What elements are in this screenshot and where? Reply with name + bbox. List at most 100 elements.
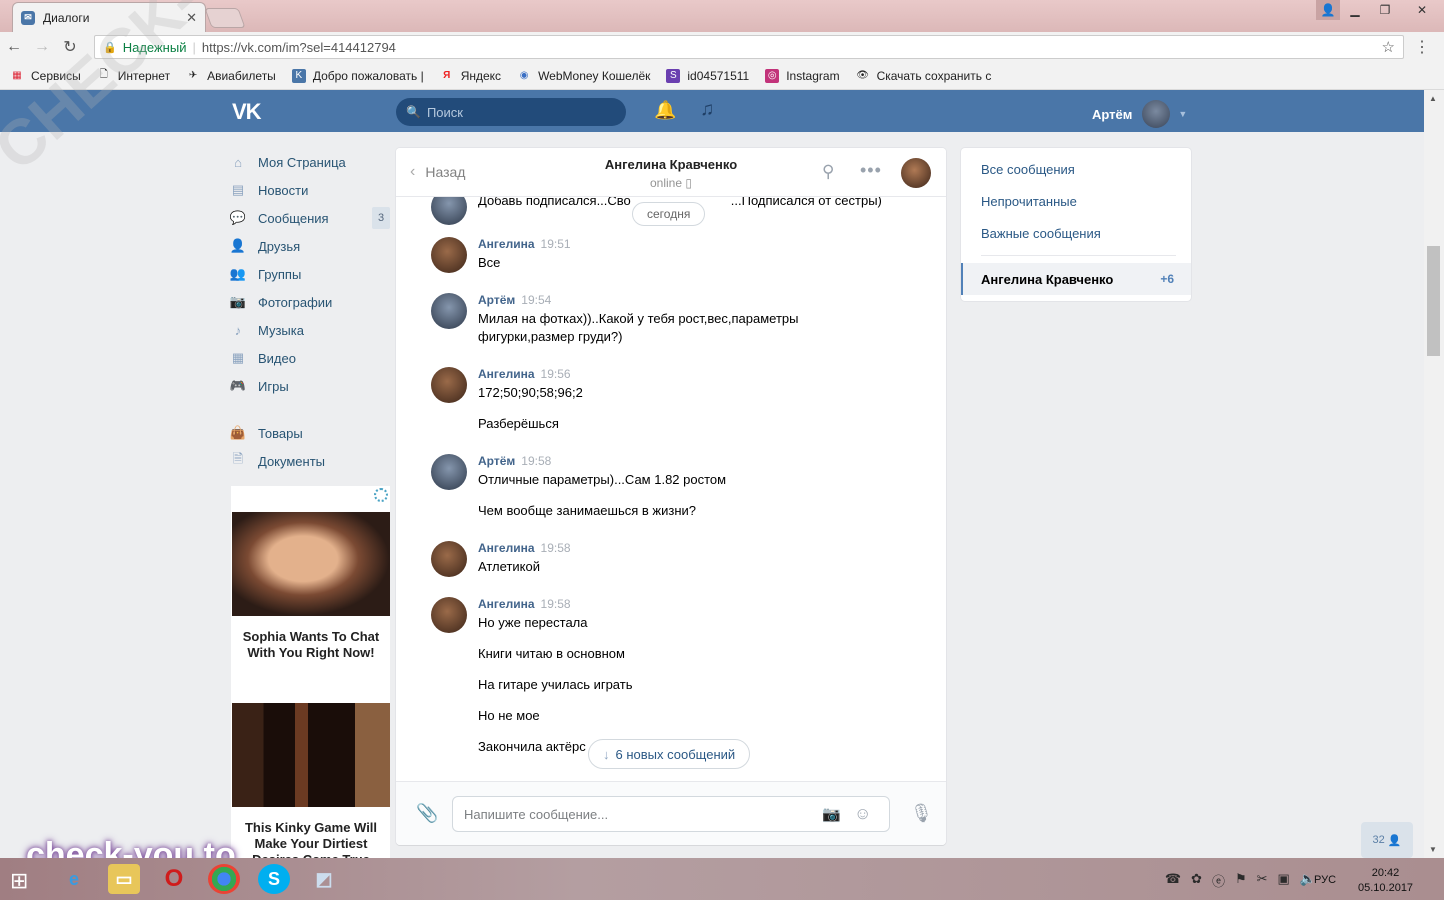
bookmark-yandex[interactable]: Я Яндекс (440, 69, 501, 83)
apps-grid-icon: ▦ (12, 70, 22, 81)
menu-item-goods[interactable]: 👜 Товары (230, 419, 390, 447)
search-input[interactable]: 🔍 Поиск (396, 98, 626, 126)
tray-tool-icon[interactable]: ✂ (1257, 871, 1268, 890)
close-tab-icon[interactable]: ✕ (186, 10, 197, 26)
tray-e-icon[interactable]: ⓔ (1212, 871, 1225, 890)
filter-all-messages[interactable]: Все сообщения (981, 162, 1075, 177)
menu-item-news[interactable]: ▤ Новости (230, 176, 390, 204)
vk-icon: K (291, 68, 306, 83)
menu-item-friends[interactable]: 👤 Друзья (230, 232, 390, 260)
avatar[interactable] (431, 367, 467, 403)
vk-logo[interactable]: VK (232, 99, 262, 125)
menu-item-documents[interactable]: 🗎 Документы (230, 447, 390, 475)
avatar[interactable] (431, 454, 467, 490)
address-bar[interactable]: 🔒 Надежный | https://vk.com/im?sel=41441… (94, 35, 1404, 59)
new-tab-button[interactable] (204, 8, 246, 28)
bell-icon[interactable]: 🔔 (654, 100, 676, 121)
file-explorer-icon[interactable]: ▭ (108, 864, 140, 894)
ad-title[interactable]: Sophia Wants To Chat With You Right Now! (235, 629, 387, 661)
maximize-button[interactable]: ❐ (1370, 0, 1400, 20)
loading-spinner-icon (374, 488, 388, 502)
browser-tab[interactable]: ✉ Диалоги ✕ (12, 2, 206, 32)
forward-arrow-icon[interactable]: → (28, 38, 56, 56)
minimize-button[interactable]: ▁ (1340, 0, 1370, 20)
vk-favicon-icon: ✉ (21, 10, 35, 25)
ad-image[interactable] (232, 512, 390, 616)
online-friends-button[interactable]: 32 👤 (1361, 822, 1413, 858)
message-text: Все (478, 255, 501, 270)
scroll-up-icon[interactable]: ▲ (1429, 94, 1437, 103)
menu-item-games[interactable]: 🎮 Игры (230, 372, 390, 400)
tray-flag-icon[interactable]: ⚑ (1235, 871, 1247, 890)
menu-item-music[interactable]: ♪ Музыка (230, 316, 390, 344)
network-icon[interactable]: ▣ (1278, 871, 1290, 890)
bookmark-star-icon[interactable]: ☆ (1382, 38, 1395, 56)
bag-icon: 👜 (229, 425, 247, 440)
ad-image[interactable] (232, 703, 390, 807)
language-indicator[interactable]: РУС (1314, 874, 1336, 886)
viber-icon[interactable]: ☎ (1165, 871, 1181, 890)
system-tray: ☎ ✿ ⓔ ⚑ ✂ ▣ 🔈 (1165, 871, 1316, 890)
menu-item-messages[interactable]: 💬 Сообщения 3 (230, 204, 390, 232)
bookmark-webmoney[interactable]: ◉ WebMoney Кошелёк (517, 69, 651, 83)
bookmark-instagram[interactable]: ◎ Instagram (765, 68, 840, 83)
messages-badge: 3 (372, 207, 390, 229)
back-arrow-icon[interactable]: ← (0, 38, 28, 56)
close-window-button[interactable]: ✕ (1400, 0, 1444, 20)
menu-item-my-page[interactable]: ⌂ Моя Страница (230, 148, 390, 176)
tray-app-icon[interactable]: ✿ (1191, 871, 1202, 890)
browser-titlebar: ✉ Диалоги ✕ 👤 ▁ ❐ ✕ (0, 0, 1444, 32)
message-text: Отличные параметры)...Сам 1.82 ростом (478, 472, 727, 487)
clock[interactable]: 20:42 05.10.2017 (1358, 866, 1413, 896)
profile-icon[interactable]: 👤 (1316, 0, 1340, 20)
chat-panel: ‹ Назад Ангелина Кравченко online ▯ ⚲ ••… (396, 148, 946, 845)
bookmark-services[interactable]: ▦ Сервисы (10, 69, 80, 83)
bookmark-download[interactable]: 👁 Скачать сохранить с (856, 69, 991, 83)
windows-start-icon[interactable]: ⊞ (10, 868, 28, 894)
menu-item-photos[interactable]: 📷 Фотографии (230, 288, 390, 316)
paperclip-icon[interactable]: 📎 (416, 803, 438, 824)
avatar[interactable] (431, 541, 467, 577)
avatar[interactable] (431, 293, 467, 329)
message-composer: 📎 📷 ☺ 🎙 (396, 781, 946, 845)
reload-icon[interactable]: ↻ (56, 37, 84, 57)
avatar[interactable] (431, 197, 467, 225)
new-messages-button[interactable]: ↓ 6 новых сообщений (588, 739, 751, 769)
microphone-icon[interactable]: 🎙 (910, 803, 933, 824)
active-dialog-item[interactable]: Ангелина Кравченко +6 (961, 263, 1191, 295)
avatar[interactable] (431, 597, 467, 633)
opera-icon[interactable]: O (158, 864, 190, 894)
music-note-icon[interactable]: ♫ (700, 99, 714, 121)
bookmark-vk[interactable]: K Добро пожаловать | (291, 68, 424, 83)
camera-icon[interactable]: 📷 (822, 805, 841, 823)
bookmark-flights[interactable]: ✈ Авиабилеты (186, 69, 276, 83)
scrollbar-thumb[interactable] (1427, 246, 1440, 356)
groups-icon: 👥 (229, 266, 247, 281)
menu-item-groups[interactable]: 👥 Группы (230, 260, 390, 288)
page-scrollbar[interactable]: ▲ ▼ (1424, 90, 1444, 858)
more-icon[interactable]: ••• (860, 160, 882, 181)
bookmark-internet[interactable]: 🗋 Интернет (97, 69, 170, 83)
user-name: Артём (1092, 106, 1133, 122)
user-menu[interactable]: Артём ▼ (1092, 100, 1187, 128)
bookmark-id[interactable]: Sid04571511 (666, 68, 749, 83)
filter-important[interactable]: Важные сообщения (981, 226, 1101, 241)
skype-icon[interactable]: S (258, 864, 290, 894)
ad-title[interactable]: This Kinky Game Will Make Your Dirtiest … (235, 820, 387, 858)
bookmarks-bar: ▦ Сервисы 🗋 Интернет ✈ Авиабилеты K Добро по… (0, 62, 1444, 90)
app-icon[interactable]: ◩ (308, 864, 340, 894)
news-icon: ▤ (231, 182, 245, 197)
menu-item-video[interactable]: ▦ Видео (230, 344, 390, 372)
search-icon[interactable]: ⚲ (822, 162, 834, 182)
games-icon: 🎮 (229, 378, 247, 393)
internet-explorer-icon[interactable]: e (58, 864, 90, 894)
scroll-down-icon[interactable]: ▼ (1429, 845, 1437, 854)
chrome-icon[interactable] (208, 864, 240, 894)
peer-avatar[interactable] (901, 158, 931, 188)
avatar[interactable] (431, 237, 467, 273)
url-text[interactable]: https://vk.com/im?sel=414412794 (202, 40, 396, 55)
dialog-filters: Все сообщения Непрочитанные Важные сообщ… (961, 148, 1191, 301)
filter-unread[interactable]: Непрочитанные (981, 194, 1077, 209)
emoji-icon[interactable]: ☺ (854, 804, 871, 824)
browser-menu-icon[interactable]: ⋮ (1414, 37, 1430, 57)
